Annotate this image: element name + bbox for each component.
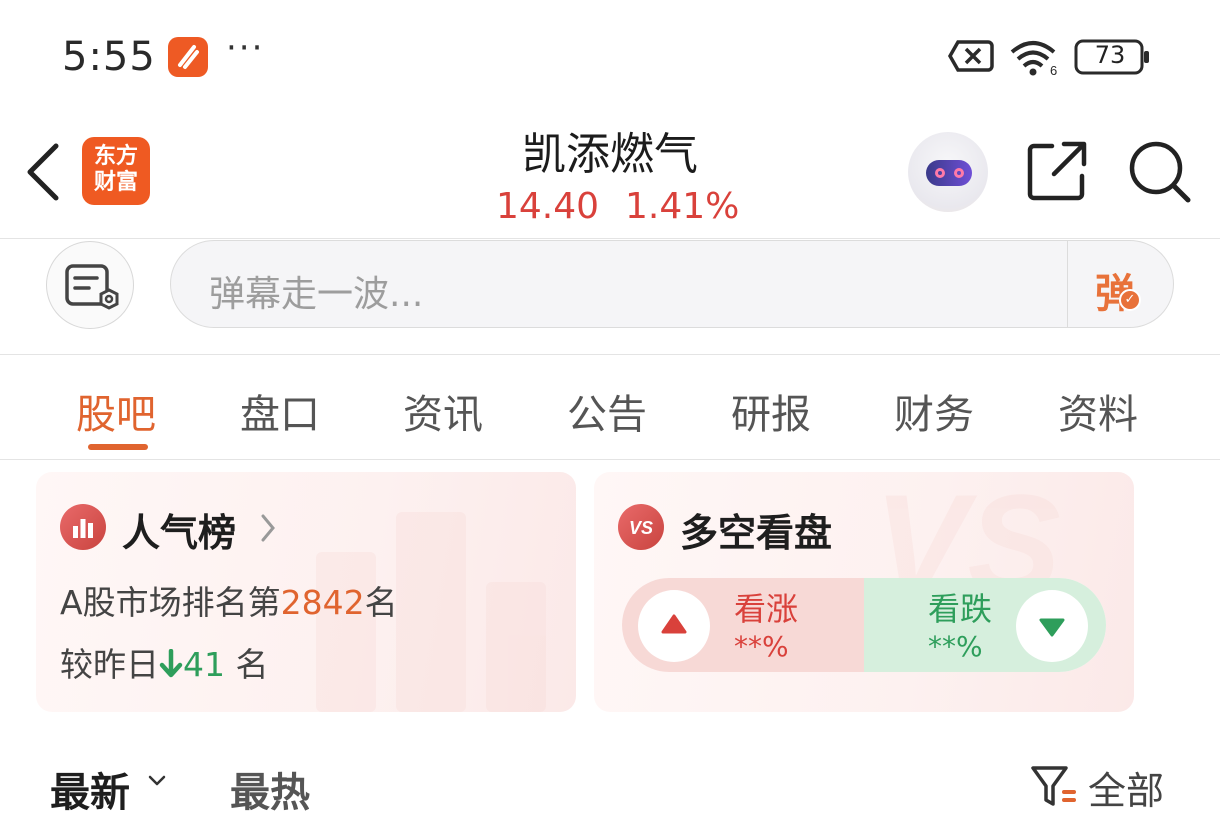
popularity-card[interactable]: 人气榜 A股市场排名第2842名 较昨日 41 名 bbox=[36, 472, 576, 712]
robot-eye-right bbox=[954, 168, 964, 178]
market-rank-value: 2842 bbox=[280, 583, 365, 622]
header-divider bbox=[0, 238, 1220, 239]
tab-pankou[interactable]: 盘口 bbox=[240, 382, 320, 440]
robot-face bbox=[926, 160, 972, 186]
arrow-down-icon bbox=[159, 648, 183, 678]
status-more-icon: ··· bbox=[226, 28, 265, 68]
popularity-title: 人气榜 bbox=[122, 511, 237, 555]
battery-level: 73 bbox=[1094, 41, 1126, 69]
danmaku-settings-icon bbox=[65, 264, 119, 310]
danmaku-check-icon: ✓ bbox=[1119, 289, 1141, 311]
bullish-percent: **% bbox=[734, 630, 789, 663]
robot-assistant-icon[interactable] bbox=[908, 132, 988, 212]
back-icon[interactable] bbox=[22, 140, 62, 204]
bullish-label: 看涨 bbox=[734, 590, 799, 628]
danmaku-settings-button[interactable] bbox=[46, 241, 134, 329]
chevron-right-icon bbox=[261, 514, 275, 542]
brand-logo[interactable]: 东方 财富 bbox=[82, 137, 150, 205]
chevron-down-icon[interactable] bbox=[146, 770, 168, 792]
search-icon[interactable] bbox=[1128, 140, 1192, 204]
triangle-down-icon bbox=[1039, 618, 1065, 637]
danmaku-divider bbox=[0, 354, 1220, 355]
vote-down-button[interactable] bbox=[1016, 590, 1088, 662]
tab-research[interactable]: 研报 bbox=[731, 382, 811, 440]
tab-announcements[interactable]: 公告 bbox=[567, 382, 647, 440]
triangle-up-icon bbox=[661, 614, 687, 634]
market-rank-suffix: 名 bbox=[364, 583, 398, 622]
rank-change-prefix: 较昨日 bbox=[60, 645, 159, 684]
active-tab-indicator bbox=[88, 444, 148, 450]
rank-change-line: 较昨日 41 名 bbox=[60, 638, 269, 686]
tab-news[interactable]: 资讯 bbox=[403, 382, 483, 440]
danmaku-placeholder: 弹幕走一波... bbox=[209, 274, 424, 315]
bull-bear-vote-bar: 看涨 **% 看跌 **% bbox=[622, 578, 1106, 672]
bull-bear-title: 多空看盘 bbox=[680, 511, 833, 555]
rank-change-value: 41 bbox=[183, 645, 225, 684]
market-rank-prefix: A股市场排名第 bbox=[60, 583, 281, 622]
wifi-icon: 6 bbox=[1010, 41, 1057, 76]
tab-guba[interactable]: 股吧 bbox=[76, 382, 156, 440]
tabs-divider bbox=[0, 459, 1220, 460]
status-bar: 5:55 ··· 6 73 bbox=[0, 0, 1220, 110]
market-rank-line: A股市场排名第2842名 bbox=[60, 576, 398, 624]
bull-bear-card: VS VS 多空看盘 看涨 **% 看跌 **% bbox=[594, 472, 1134, 712]
no-sim-icon bbox=[948, 40, 994, 72]
filter-all-button[interactable]: 全部 bbox=[1088, 760, 1164, 815]
rank-change-suffix: 名 bbox=[235, 645, 269, 684]
status-time: 5:55 bbox=[62, 34, 156, 80]
tab-finance[interactable]: 财务 bbox=[894, 382, 974, 440]
filter-icon[interactable] bbox=[1030, 764, 1080, 808]
bearish-label: 看跌 bbox=[928, 590, 993, 628]
robot-eye-left bbox=[935, 168, 945, 178]
vs-icon-text: VS bbox=[629, 518, 653, 538]
stock-price: 14.40 bbox=[496, 186, 600, 227]
sort-latest-button[interactable]: 最新 bbox=[50, 760, 130, 818]
vote-up-button[interactable] bbox=[638, 590, 710, 662]
popularity-rank-icon bbox=[60, 504, 106, 550]
danmaku-separator bbox=[1067, 241, 1068, 327]
sort-hot-button[interactable]: 最热 bbox=[230, 760, 310, 818]
stock-change-percent: 1.41% bbox=[625, 186, 740, 227]
svg-text:6: 6 bbox=[1050, 63, 1057, 76]
tab-profile[interactable]: 资料 bbox=[1058, 382, 1138, 440]
bearish-percent: **% bbox=[928, 630, 983, 663]
danmaku-input[interactable]: 弹幕走一波... 弹 ✓ bbox=[170, 240, 1174, 328]
share-icon[interactable] bbox=[1026, 140, 1088, 202]
brand-logo-line1: 东方 bbox=[93, 144, 138, 169]
brand-logo-line2: 财富 bbox=[93, 170, 138, 195]
stock-name: 凯添燃气 bbox=[522, 129, 698, 180]
vs-icon: VS bbox=[618, 504, 664, 550]
app-notification-icon bbox=[168, 37, 208, 77]
